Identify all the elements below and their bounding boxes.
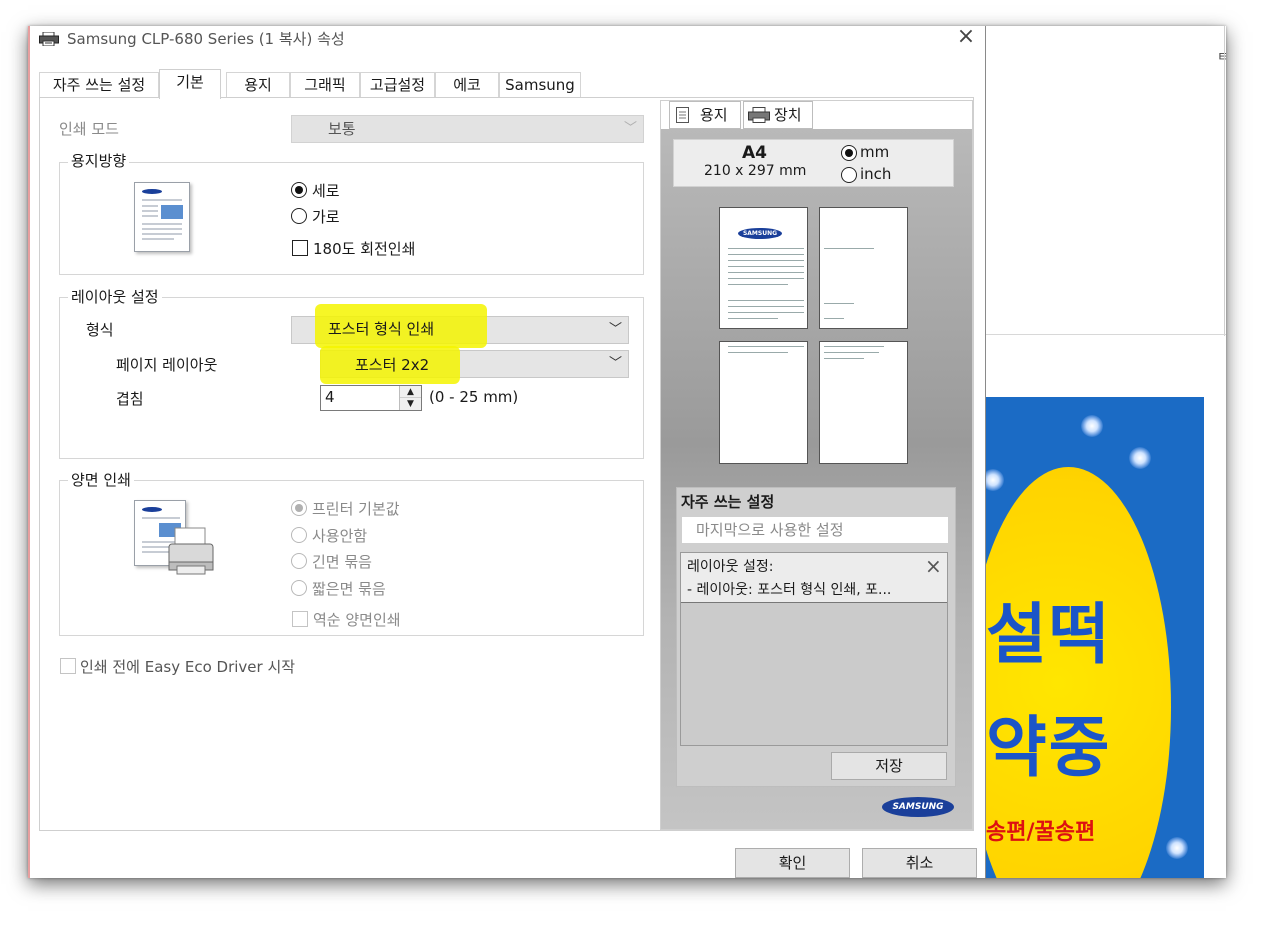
dialog-edge (28, 26, 30, 878)
tab-basic[interactable]: 기본 (159, 69, 221, 99)
close-button[interactable]: × (954, 26, 978, 50)
eco-driver-checkbox[interactable] (60, 658, 76, 674)
save-favorite-button[interactable]: 저장 (831, 752, 947, 780)
duplex-group-title: 양면 인쇄 (68, 469, 134, 490)
printer-icon (39, 32, 59, 46)
printer-icon (168, 527, 214, 575)
duplex-default-radio[interactable] (291, 500, 307, 516)
cancel-button[interactable]: 취소 (862, 848, 977, 878)
tab-paper[interactable]: 용지 (226, 72, 290, 98)
preview-sheet-bottom-right (819, 341, 908, 464)
unit-inch-label: inch (860, 165, 892, 183)
portrait-label: 세로 (312, 182, 340, 200)
poster-subline: 송편/꿀송편 (986, 820, 1096, 845)
chevron-down-icon: ﹀ (608, 322, 622, 337)
spin-up-icon[interactable]: ▲ (400, 386, 421, 398)
screenshot-frame: ㅌ 설떡 약중 송편/꿀송편 Samsung CLP-680 Series (1… (28, 26, 1226, 878)
duplex-short-edge-label: 짧은면 묶음 (312, 580, 386, 598)
reverse-duplex-label: 역순 양면인쇄 (313, 611, 401, 629)
duplex-short-edge-radio[interactable] (291, 580, 307, 596)
background-window-divider (986, 334, 1226, 335)
orientation-group-title: 용지방향 (68, 150, 130, 171)
rotate-180-label: 180도 회전인쇄 (313, 240, 416, 258)
preview-tab-paper[interactable]: 용지 (669, 101, 741, 129)
poster-bubble (1081, 415, 1103, 437)
poster-bubble (986, 469, 1004, 491)
page-layout-label: 페이지 레이아웃 (116, 356, 218, 374)
print-mode-select[interactable]: 보통 ﹀ (291, 115, 644, 143)
overlap-range: (0 - 25 mm) (429, 388, 519, 406)
printer-icon (748, 107, 770, 123)
tab-graphics[interactable]: 그래픽 (290, 72, 360, 98)
favorites-item-detail: - 레이아웃: 포스터 형식 인쇄, 포... (687, 582, 892, 598)
preview-body: A4 210 x 297 mm mm inch SAMSUNG 자주 쓰는 설정… (661, 129, 972, 829)
samsung-logo-mini: SAMSUNG (738, 228, 782, 239)
overlap-value: 4 (325, 388, 335, 406)
remove-favorite-icon[interactable]: × (925, 554, 942, 578)
unit-mm-radio[interactable] (841, 145, 857, 161)
print-mode-value: 보통 (328, 120, 356, 138)
tab-advanced[interactable]: 고급설정 (360, 72, 435, 98)
layout-type-label: 형식 (86, 321, 114, 339)
ok-button[interactable]: 확인 (735, 848, 850, 878)
duplex-off-radio[interactable] (291, 527, 307, 543)
overlap-label: 겹침 (116, 390, 144, 408)
unit-mm-label: mm (860, 143, 890, 161)
eco-driver-label: 인쇄 전에 Easy Eco Driver 시작 (80, 658, 296, 676)
tab-favorites[interactable]: 자주 쓰는 설정 (39, 72, 159, 98)
page-layout-value: 포스터 2x2 (355, 356, 430, 374)
background-poster: 설떡 약중 송편/꿀송편 (986, 397, 1204, 878)
reverse-duplex-checkbox[interactable] (292, 611, 308, 627)
paper-dimensions: 210 x 297 mm (704, 163, 807, 179)
chevron-down-icon: ﹀ (623, 121, 637, 136)
page-icon (676, 107, 689, 123)
preview-tab-device-label: 장치 (774, 106, 802, 124)
tab-samsung[interactable]: Samsung (499, 72, 581, 98)
portrait-page-icon (134, 182, 190, 252)
duplex-long-edge-radio[interactable] (291, 553, 307, 569)
tab-eco[interactable]: 에코 (435, 72, 499, 98)
unit-inch-radio[interactable] (841, 167, 857, 183)
paper-size-box: A4 210 x 297 mm mm inch (673, 139, 954, 187)
poster-bubble (1166, 837, 1188, 859)
samsung-logo: SAMSUNG (882, 797, 954, 817)
duplex-long-edge-label: 긴면 묶음 (312, 553, 372, 571)
paper-name: A4 (742, 143, 767, 163)
chevron-down-icon: ﹀ (608, 356, 622, 371)
printer-properties-dialog: Samsung CLP-680 Series (1 복사) 속성 × 자주 쓰는… (28, 26, 986, 878)
preview-tab-paper-label: 용지 (700, 106, 728, 124)
favorites-item-title: 레이아웃 설정: (687, 559, 774, 575)
print-mode-label: 인쇄 모드 (59, 120, 119, 138)
duplex-off-label: 사용안함 (312, 527, 368, 545)
favorites-item[interactable]: 레이아웃 설정: - 레이아웃: 포스터 형식 인쇄, 포... × (681, 553, 947, 603)
spin-down-icon[interactable]: ▼ (400, 398, 421, 410)
spinner-buttons: ▲ ▼ (399, 386, 421, 410)
poster-headline-1: 설떡 (986, 596, 1112, 673)
window-title: Samsung CLP-680 Series (1 복사) 속성 (67, 30, 345, 48)
favorites-panel: 자주 쓰는 설정 마지막으로 사용한 설정 레이아웃 설정: - 레이아웃: 포… (676, 487, 956, 787)
portrait-radio[interactable] (291, 182, 307, 198)
layout-type-value: 포스터 형식 인쇄 (328, 320, 435, 338)
overlap-spinner[interactable]: 4 ▲ ▼ (320, 385, 422, 411)
preview-tab-device[interactable]: 장치 (743, 101, 813, 129)
preview-sheet-bottom-left (719, 341, 808, 464)
landscape-radio[interactable] (291, 208, 307, 224)
rotate-180-checkbox[interactable] (292, 240, 308, 256)
background-window-border (1224, 26, 1225, 336)
duplex-default-label: 프린터 기본값 (312, 500, 400, 518)
favorites-title: 자주 쓰는 설정 (681, 493, 775, 511)
preview-panel: 용지 장치 A4 210 x 297 mm mm inch SAMSUNG 자주… (660, 100, 973, 830)
layout-group-title: 레이아웃 설정 (68, 286, 162, 307)
title-bar[interactable]: Samsung CLP-680 Series (1 복사) 속성 × (28, 26, 986, 56)
landscape-label: 가로 (312, 208, 340, 226)
favorites-select[interactable]: 마지막으로 사용한 설정 (681, 516, 949, 544)
preview-sheet-top-right (819, 207, 908, 329)
favorites-list[interactable]: 레이아웃 설정: - 레이아웃: 포스터 형식 인쇄, 포... × (680, 552, 948, 746)
poster-headline-2: 약중 (986, 709, 1112, 786)
preview-sheet-top-left: SAMSUNG (719, 207, 808, 329)
poster-bubble (1129, 447, 1151, 469)
